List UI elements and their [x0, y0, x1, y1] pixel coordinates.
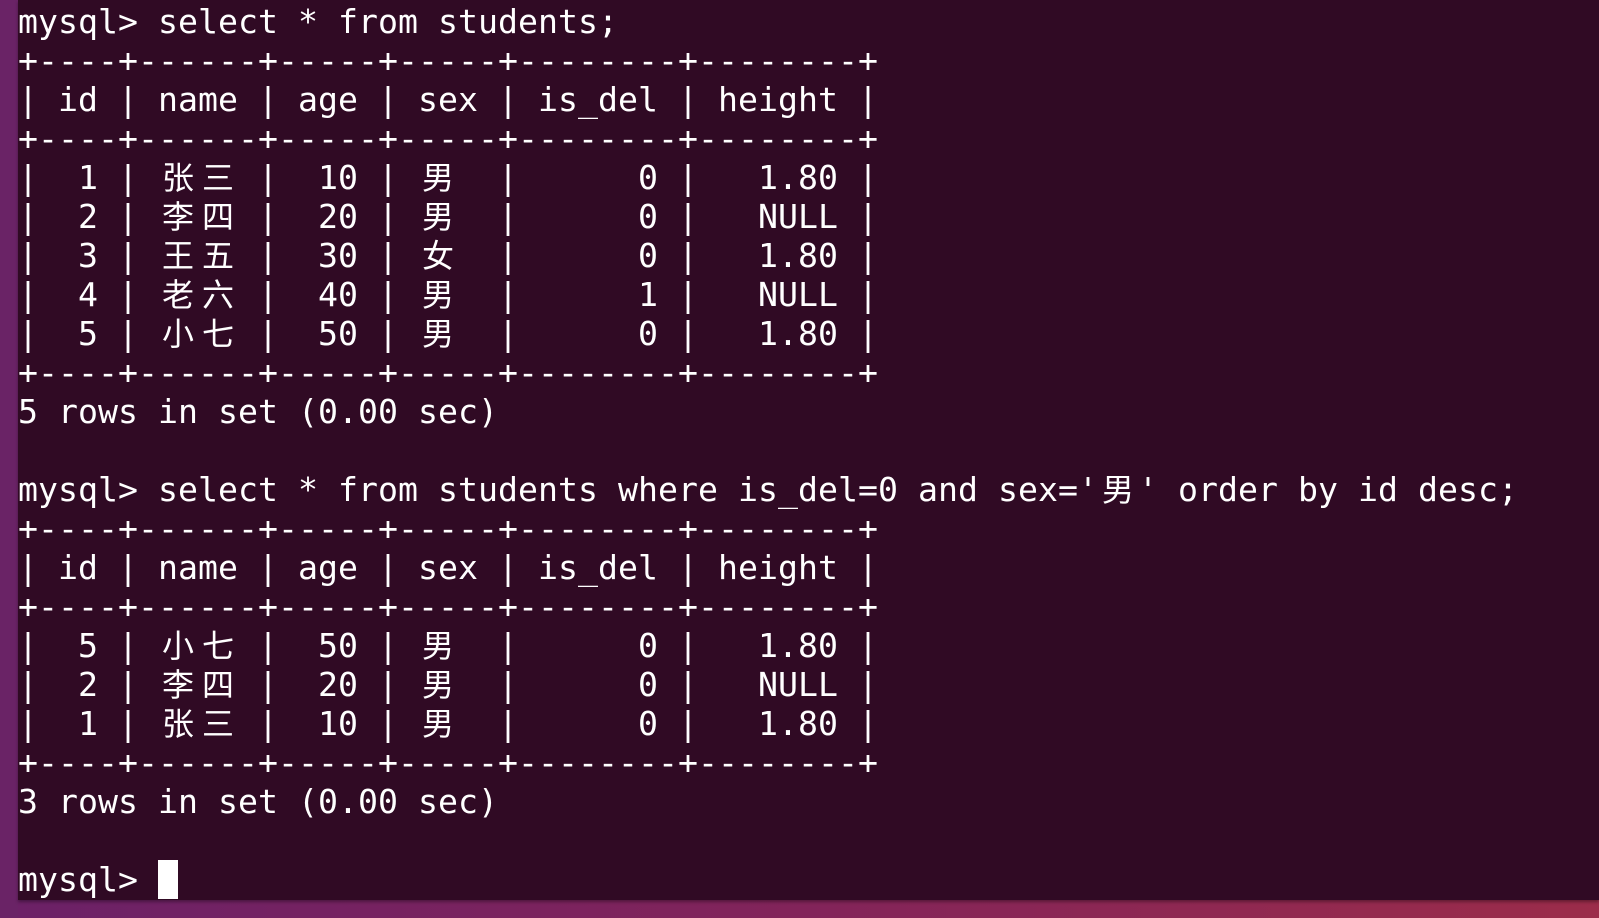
- terminal-output: mysql> select * from students; +----+----…: [18, 2, 1518, 899]
- mysql-prompt: mysql>: [18, 470, 138, 509]
- column-header-age: age: [298, 548, 358, 587]
- cell-sex: 男: [421, 705, 454, 743]
- cell-sex: 女: [421, 237, 454, 275]
- cell-is-del: 0: [638, 236, 658, 275]
- table-row: | 4 | 老六 | 40 | 男 | 1 | NULL |: [18, 275, 878, 314]
- cell-name: 王五: [161, 237, 234, 275]
- command-line: mysql> select * from students;: [18, 2, 1518, 41]
- column-header-sex: sex: [418, 548, 478, 587]
- column-header-age: age: [298, 80, 358, 119]
- table-border: +----+------+-----+-----+--------+------…: [18, 41, 878, 80]
- result-table: +----+------+-----+-----+--------+------…: [18, 509, 1518, 782]
- cell-sex: 男: [421, 159, 454, 197]
- cell-id: 2: [78, 197, 98, 236]
- column-header-is-del: is_del: [538, 80, 658, 119]
- table-header-row: | id | name | age | sex | is_del | heigh…: [18, 80, 878, 119]
- cell-height: 1.80: [758, 158, 838, 197]
- sql-command: select * from students;: [158, 2, 618, 41]
- table-border: +----+------+-----+-----+--------+------…: [18, 353, 878, 392]
- cell-age: 20: [318, 197, 358, 236]
- cell-name: 小七: [161, 315, 234, 353]
- cell-id: 1: [78, 158, 98, 197]
- cell-is-del: 1: [638, 275, 658, 314]
- cell-height: 1.80: [758, 314, 838, 353]
- cell-is-del: 0: [638, 197, 658, 236]
- desktop-left-edge: [0, 0, 18, 918]
- cell-is-del: 0: [638, 704, 658, 743]
- cell-name: 李四: [161, 666, 234, 704]
- table-border: +----+------+-----+-----+--------+------…: [18, 509, 878, 548]
- table-border: +----+------+-----+-----+--------+------…: [18, 587, 878, 626]
- table-row: | 1 | 张三 | 10 | 男 | 0 | 1.80 |: [18, 704, 878, 743]
- command-line: mysql> select * from students where is_d…: [18, 470, 1518, 509]
- result-table: +----+------+-----+-----+--------+------…: [18, 41, 1518, 392]
- table-row: | 2 | 李四 | 20 | 男 | 0 | NULL |: [18, 197, 878, 236]
- column-header-height: height: [718, 80, 838, 119]
- result-summary-text: 5 rows in set (0.00 sec): [18, 392, 498, 431]
- cell-name: 老六: [161, 276, 234, 314]
- mysql-prompt: mysql>: [18, 2, 138, 41]
- cell-sex: 男: [421, 315, 454, 353]
- cell-name: 张三: [161, 705, 234, 743]
- column-header-id: id: [58, 548, 98, 587]
- table-row: | 2 | 李四 | 20 | 男 | 0 | NULL |: [18, 665, 878, 704]
- cell-age: 30: [318, 236, 358, 275]
- cell-id: 5: [78, 626, 98, 665]
- cell-age: 20: [318, 665, 358, 704]
- cell-age: 10: [318, 158, 358, 197]
- cell-is-del: 0: [638, 626, 658, 665]
- result-summary-text: 3 rows in set (0.00 sec): [18, 782, 498, 821]
- table-border: +----+------+-----+-----+--------+------…: [18, 119, 878, 158]
- sql-command: select * from students where is_del=0 an…: [158, 470, 1518, 509]
- cell-is-del: 0: [638, 665, 658, 704]
- column-header-is-del: is_del: [538, 548, 658, 587]
- cell-name: 小七: [161, 627, 234, 665]
- terminal-window[interactable]: mysql> select * from students; +----+----…: [18, 0, 1599, 900]
- table-header-row: | id | name | age | sex | is_del | heigh…: [18, 548, 878, 587]
- table-border: +----+------+-----+-----+--------+------…: [18, 743, 878, 782]
- result-summary: 5 rows in set (0.00 sec): [18, 392, 1518, 431]
- table-row: | 5 | 小七 | 50 | 男 | 0 | 1.80 |: [18, 314, 878, 353]
- table-row: | 3 | 王五 | 30 | 女 | 0 | 1.80 |: [18, 236, 878, 275]
- cell-id: 4: [78, 275, 98, 314]
- cell-is-del: 0: [638, 314, 658, 353]
- cell-height: 1.80: [758, 626, 838, 665]
- cell-id: 2: [78, 665, 98, 704]
- text-cursor: [158, 860, 178, 899]
- cell-sex: 男: [421, 627, 454, 665]
- cell-name: 李四: [161, 198, 234, 236]
- cell-age: 50: [318, 626, 358, 665]
- cell-id: 3: [78, 236, 98, 275]
- cell-height: NULL: [758, 197, 838, 236]
- table-row: | 1 | 张三 | 10 | 男 | 0 | 1.80 |: [18, 158, 878, 197]
- cell-height: 1.80: [758, 236, 838, 275]
- column-header-height: height: [718, 548, 838, 587]
- cell-height: NULL: [758, 665, 838, 704]
- cell-sex: 男: [421, 666, 454, 704]
- column-header-id: id: [58, 80, 98, 119]
- mysql-prompt: mysql>: [18, 860, 138, 899]
- cell-height: NULL: [758, 275, 838, 314]
- cell-id: 5: [78, 314, 98, 353]
- column-header-sex: sex: [418, 80, 478, 119]
- cell-height: 1.80: [758, 704, 838, 743]
- cell-name: 张三: [161, 159, 234, 197]
- input-line: mysql>: [18, 860, 1518, 899]
- cell-sex: 男: [421, 276, 454, 314]
- cell-is-del: 0: [638, 158, 658, 197]
- cell-age: 40: [318, 275, 358, 314]
- cell-age: 10: [318, 704, 358, 743]
- cell-id: 1: [78, 704, 98, 743]
- result-summary: 3 rows in set (0.00 sec): [18, 782, 1518, 821]
- cell-sex: 男: [421, 198, 454, 236]
- table-row: | 5 | 小七 | 50 | 男 | 0 | 1.80 |: [18, 626, 878, 665]
- column-header-name: name: [158, 548, 238, 587]
- column-header-name: name: [158, 80, 238, 119]
- cell-age: 50: [318, 314, 358, 353]
